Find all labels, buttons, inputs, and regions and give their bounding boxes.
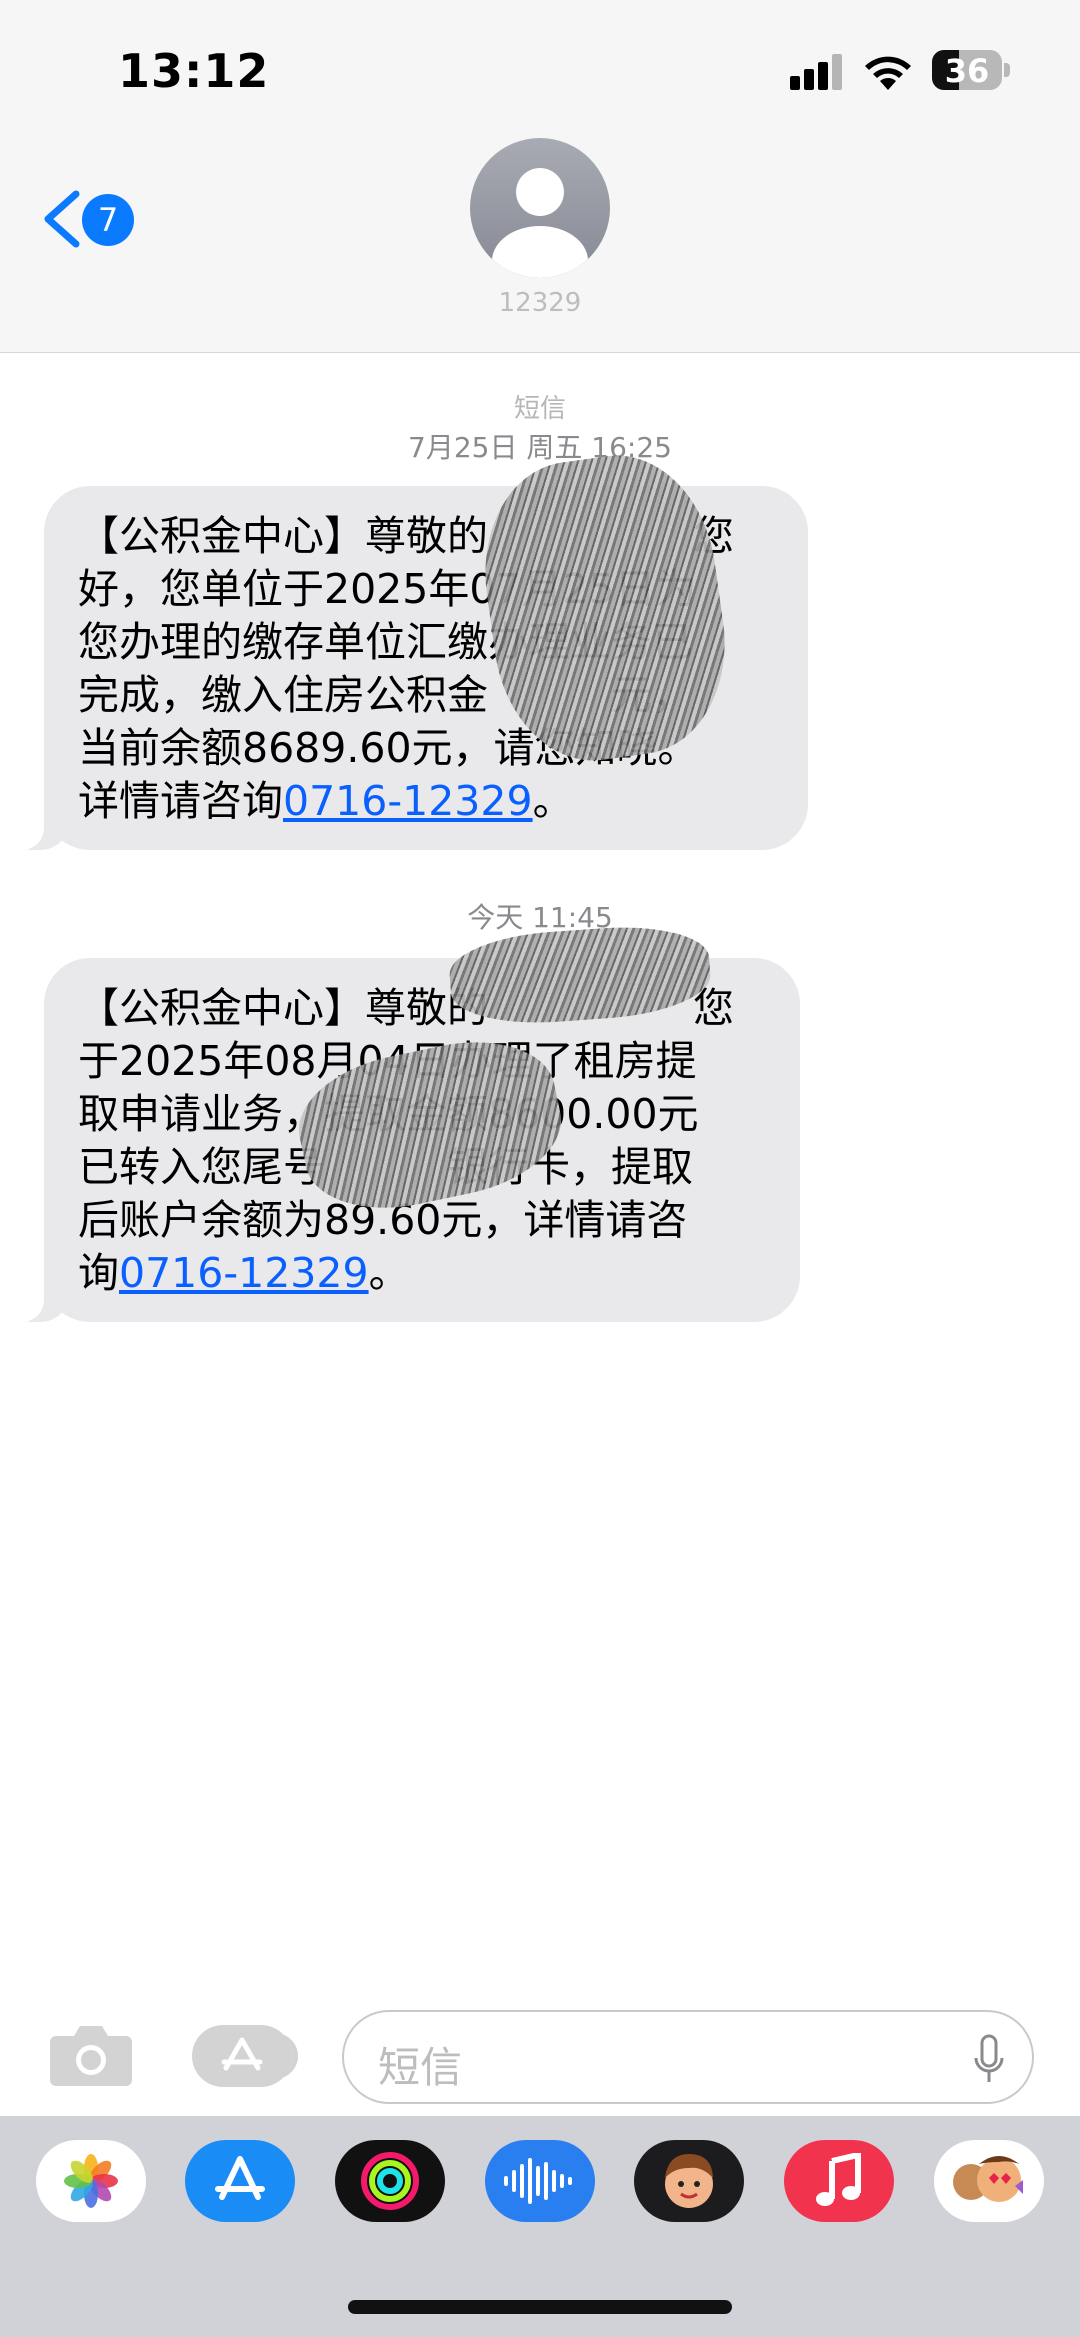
phone-link[interactable]: 0716-12329	[119, 1249, 369, 1297]
message-timestamp: 7月25日 周五 16:25	[408, 431, 672, 464]
app-store-icon[interactable]	[185, 2140, 295, 2222]
contact-avatar[interactable]	[470, 138, 610, 278]
voice-memos-icon[interactable]	[485, 2140, 595, 2222]
battery-cap	[1004, 63, 1010, 77]
wifi-icon	[865, 56, 911, 90]
message-text: 详情请咨询	[78, 777, 283, 825]
message-input[interactable]: 短信	[342, 2010, 1034, 2104]
battery-level: 36	[944, 52, 990, 90]
battery-indicator: 36	[932, 50, 1002, 90]
memoji-stickers-icon[interactable]	[934, 2140, 1044, 2222]
music-icon[interactable]	[784, 2140, 894, 2222]
fitness-icon[interactable]	[335, 2140, 445, 2222]
memoji-icon[interactable]	[634, 2140, 744, 2222]
home-indicator[interactable]	[348, 2300, 732, 2314]
chevron-left-icon	[44, 190, 80, 248]
message-input-placeholder: 短信	[378, 2043, 463, 2092]
message-line: 详情请咨询0716-12329。	[78, 775, 778, 828]
message-text: 。	[532, 777, 574, 825]
message-timestamp: 今天 11:45	[467, 901, 613, 934]
phone-link[interactable]: 0716-12329	[283, 777, 533, 825]
back-button[interactable]: 7	[40, 188, 150, 250]
apps-button[interactable]	[192, 2025, 298, 2087]
contact-name[interactable]: 12329	[440, 288, 640, 318]
message-text: 。	[368, 1249, 410, 1297]
app-store-icon	[221, 2037, 263, 2071]
status-time: 13:12	[118, 44, 270, 98]
unread-count-badge: 7	[82, 194, 134, 246]
camera-icon[interactable]	[48, 2022, 134, 2088]
cellular-signal-icon	[790, 54, 844, 90]
service-label: 短信	[513, 394, 566, 424]
photos-icon[interactable]	[36, 2140, 146, 2222]
microphone-icon[interactable]	[972, 2034, 1006, 2086]
message-line: 询0716-12329。	[78, 1247, 770, 1300]
message-text: 询	[78, 1249, 119, 1297]
